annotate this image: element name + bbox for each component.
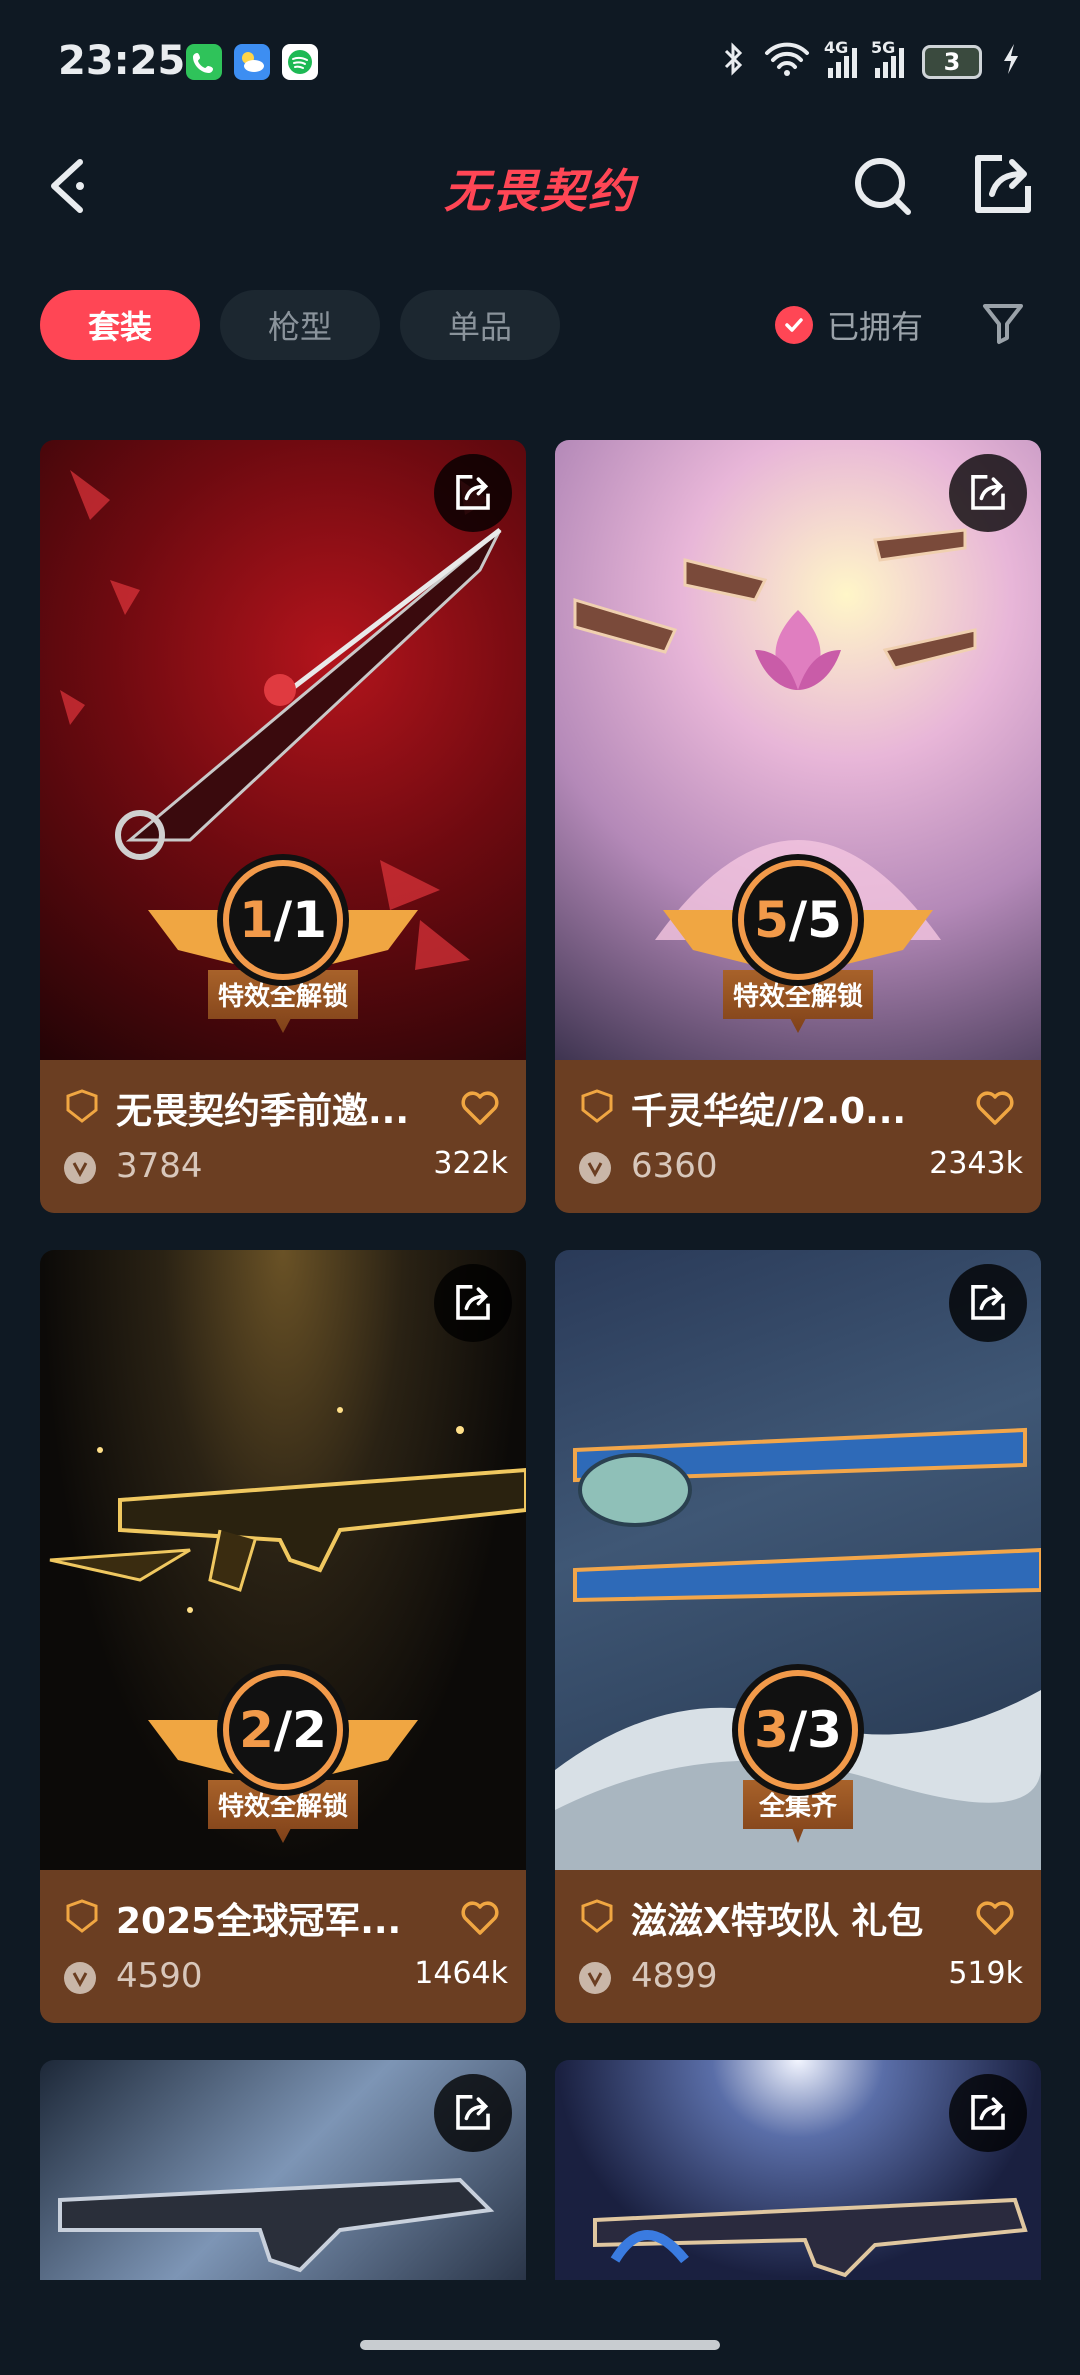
- tab-weapon-type[interactable]: 枪型: [220, 290, 380, 360]
- tab-bundles[interactable]: 套装: [40, 290, 200, 360]
- share-icon: [456, 1285, 490, 1320]
- home-indicator[interactable]: [360, 2340, 720, 2350]
- cell-signal-4g-icon: 4G: [824, 38, 857, 78]
- battery-level: 3: [943, 48, 961, 76]
- bundle-price: 4590: [116, 1956, 203, 1996]
- owned-label: 已拥有: [827, 308, 924, 346]
- badge-count-total: 1: [292, 891, 327, 949]
- badge-count: 1/1: [223, 860, 343, 980]
- card-share-button[interactable]: [949, 1264, 1027, 1342]
- status-time: 23:25: [58, 38, 186, 84]
- badge-count-owned: 3: [754, 1701, 789, 1759]
- badge-count: 5/5: [738, 860, 858, 980]
- tab-single-item[interactable]: 单品: [400, 290, 560, 360]
- weather-app-icon: [234, 44, 270, 80]
- bundle-card[interactable]: 特效全解锁 5/5 千灵华绽//2.0... 6360 2343k: [555, 440, 1041, 1213]
- card-footer: 无畏契约季前邀... 3784 322k: [40, 1060, 526, 1213]
- tier-icon: [66, 1089, 98, 1123]
- badge-count-owned: 2: [239, 1701, 274, 1759]
- badge-ribbon: 特效全解锁: [208, 970, 358, 1033]
- view-count: 1464k: [414, 1956, 508, 1991]
- signal-label-4g: 4G: [824, 38, 849, 57]
- badge-count-owned: 5: [754, 891, 789, 949]
- share-icon: [456, 2095, 490, 2130]
- owned-toggle[interactable]: 已拥有: [775, 300, 923, 350]
- filter-icon: [983, 304, 1023, 344]
- cell-signal-5g-icon: 5G: [871, 38, 904, 78]
- card-footer: 千灵华绽//2.0... 6360 2343k: [555, 1060, 1041, 1213]
- top-header: 无畏契约: [0, 125, 1080, 245]
- bundle-card[interactable]: 特效全解锁 2/2 2025全球冠军... 4590 1464k: [40, 1250, 526, 2023]
- filter-button[interactable]: [980, 300, 1026, 346]
- card-share-button[interactable]: [434, 454, 512, 532]
- bundle-title: 2025全球冠军...: [116, 1901, 402, 1942]
- search-icon: [855, 158, 911, 215]
- bundle-title: 滋滋X特攻队 礼包: [631, 1901, 924, 1942]
- music-app-icon: [282, 44, 318, 80]
- phone-app-icon: [186, 44, 222, 80]
- vp-currency-icon: [64, 1962, 96, 1994]
- view-count: 519k: [948, 1956, 1023, 1991]
- heart-icon[interactable]: [460, 1900, 500, 1936]
- vp-currency-icon: [579, 1962, 611, 1994]
- unlock-badge: 全集齐 3/3: [555, 1670, 1041, 1870]
- badge-count-total: 5: [807, 891, 842, 949]
- share-icon: [971, 475, 1005, 510]
- bundle-price: 6360: [631, 1146, 718, 1186]
- vp-currency-icon: [64, 1152, 96, 1184]
- unlock-badge: 特效全解锁 5/5: [555, 860, 1041, 1060]
- share-icon: [975, 155, 1031, 213]
- badge-count-total: 2: [292, 1701, 327, 1759]
- status-icons: 4G 5G 3: [722, 38, 1022, 84]
- share-icon: [971, 1285, 1005, 1320]
- heart-icon[interactable]: [975, 1090, 1015, 1126]
- heart-icon[interactable]: [975, 1900, 1015, 1936]
- bundle-card[interactable]: 全集齐 3/3 滋滋X特攻队 礼包 4899 519k: [555, 1250, 1041, 2023]
- page-title: 无畏契约: [444, 164, 636, 218]
- vp-currency-icon: [579, 1152, 611, 1184]
- view-count: 2343k: [929, 1146, 1023, 1181]
- tier-icon: [581, 1899, 613, 1933]
- bundle-card[interactable]: 特效全解锁 1/1 无畏契约季前邀... 3784 322k: [40, 440, 526, 1213]
- charging-icon: [1000, 42, 1022, 83]
- bluetooth-icon: [722, 41, 746, 84]
- tier-icon: [581, 1089, 613, 1123]
- bundle-card[interactable]: [555, 2060, 1041, 2280]
- bundle-title: 无畏契约季前邀...: [116, 1091, 410, 1132]
- badge-count: 2/2: [223, 1670, 343, 1790]
- share-button[interactable]: [968, 150, 1038, 220]
- unlock-badge: 特效全解锁 2/2: [40, 1670, 526, 1870]
- card-share-button[interactable]: [434, 2074, 512, 2152]
- bundle-title: 千灵华绽//2.0...: [631, 1091, 907, 1132]
- badge-ribbon: 特效全解锁: [723, 970, 873, 1033]
- badge-ribbon: 特效全解锁: [208, 1780, 358, 1843]
- signal-label-5g: 5G: [871, 38, 896, 57]
- share-icon: [971, 2095, 1005, 2130]
- card-share-button[interactable]: [949, 2074, 1027, 2152]
- badge-count-owned: 1: [239, 891, 274, 949]
- share-icon: [456, 475, 490, 510]
- card-share-button[interactable]: [949, 454, 1027, 532]
- bundle-card[interactable]: [40, 2060, 526, 2280]
- bundle-price: 3784: [116, 1146, 203, 1186]
- view-count: 322k: [433, 1146, 508, 1181]
- badge-count-total: 3: [807, 1701, 842, 1759]
- badge-count: 3/3: [738, 1670, 858, 1790]
- card-share-button[interactable]: [434, 1264, 512, 1342]
- badge-ribbon: 全集齐: [743, 1780, 853, 1843]
- tier-icon: [66, 1899, 98, 1933]
- search-button[interactable]: [848, 150, 918, 220]
- wifi-icon: [764, 41, 810, 84]
- bundle-price: 4899: [631, 1956, 718, 1996]
- status-bar: 23:25 4G 5G 3: [0, 0, 1080, 125]
- unlock-badge: 特效全解锁 1/1: [40, 860, 526, 1060]
- battery-icon: 3: [922, 45, 982, 79]
- card-footer: 滋滋X特攻队 礼包 4899 519k: [555, 1870, 1041, 2023]
- card-footer: 2025全球冠军... 4590 1464k: [40, 1870, 526, 2023]
- heart-icon[interactable]: [460, 1090, 500, 1126]
- check-icon: [775, 306, 813, 344]
- category-tabs: 套装 枪型 单品: [40, 290, 560, 360]
